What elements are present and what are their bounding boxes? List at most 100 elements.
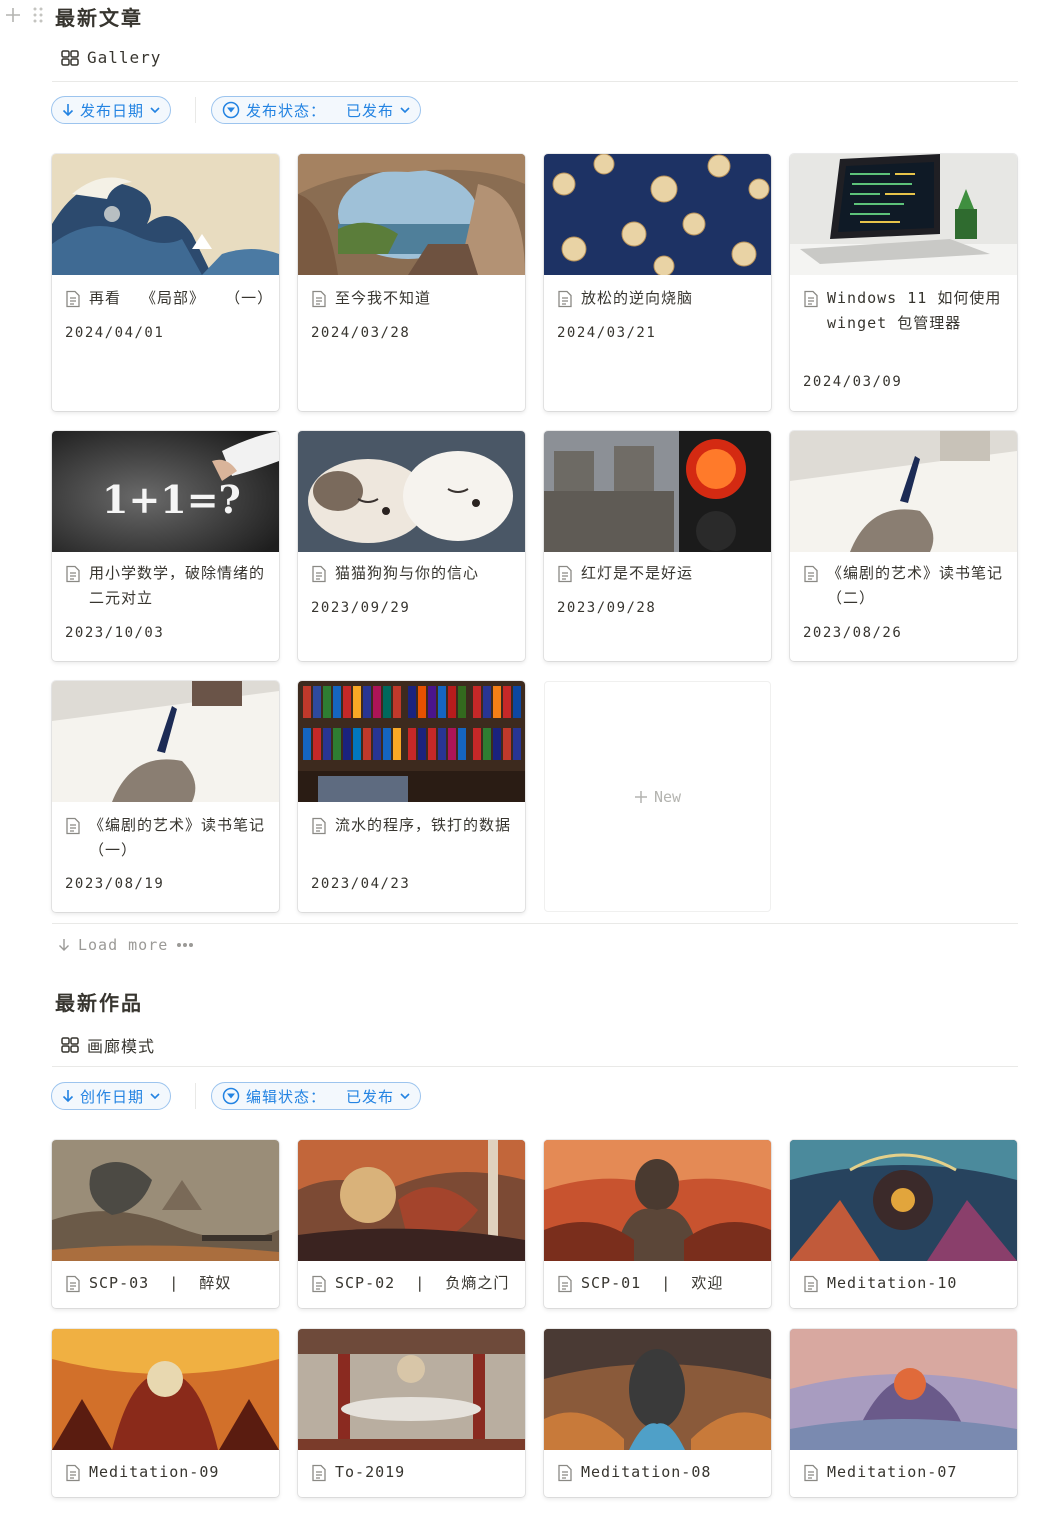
- page-icon: [558, 1464, 572, 1482]
- card-title: SCP-01 | 欢迎: [581, 1274, 724, 1292]
- card-date: 2023/08/26: [803, 625, 903, 641]
- gallery-card[interactable]: 《编剧的艺术》读书笔记 （一） 2023/08/19: [52, 681, 279, 912]
- page-icon: [66, 817, 80, 835]
- cover-image: [52, 1329, 279, 1450]
- chevron-down-icon: [400, 107, 410, 114]
- card-title: 《编剧的艺术》读书笔记 （一）: [89, 816, 266, 859]
- drag-handle-icon[interactable]: [32, 6, 44, 24]
- cover-image: [298, 681, 525, 802]
- cover-image: [52, 154, 279, 275]
- cover-image: [544, 1140, 771, 1261]
- gallery-card[interactable]: SCP-02 | 负熵之门: [298, 1140, 525, 1308]
- page-icon: [66, 565, 80, 583]
- gallery-card[interactable]: 流水的程序，铁打的数据 2023/04/23: [298, 681, 525, 912]
- arrow-down-icon: [62, 104, 74, 117]
- cover-image: [52, 681, 279, 802]
- gallery-card[interactable]: 猫猫狗狗与你的信心 2023/09/29: [298, 431, 525, 661]
- page-icon: [558, 1275, 572, 1293]
- card-title: Meditation-10: [827, 1274, 958, 1292]
- page-icon: [66, 290, 80, 308]
- filter-pill[interactable]: 发布状态： 已发布: [211, 96, 422, 124]
- card-date: 2024/03/09: [803, 374, 903, 390]
- gallery-card[interactable]: 放松的逆向烧脑 2024/03/21: [544, 154, 771, 411]
- new-label: New: [653, 787, 682, 806]
- card-title: Meditation-07: [827, 1463, 958, 1481]
- view-tab-label: Gallery: [87, 48, 162, 67]
- gallery-card[interactable]: Meditation-08: [544, 1329, 771, 1497]
- load-more-label: Load more: [78, 936, 169, 954]
- page-icon: [312, 817, 326, 835]
- view-tab-gallery[interactable]: Gallery: [61, 48, 161, 67]
- cover-image: [790, 431, 1017, 552]
- arrow-down-icon: [62, 1090, 74, 1103]
- gallery-card[interactable]: SCP-03 | 醉奴: [52, 1140, 279, 1308]
- card-date: 2024/03/28: [311, 325, 411, 341]
- card-title: 流水的程序，铁打的数据: [335, 816, 512, 834]
- section-title: 最新作品: [55, 991, 143, 1015]
- gallery-card[interactable]: Windows 11 如何使用 winget 包管理器 2024/03/09: [790, 154, 1017, 411]
- chalk-equation: 1+1=?: [102, 477, 241, 522]
- gallery-card[interactable]: 1+1=? 用小学数学，破除情绪的二元对立 2023/10/03: [52, 431, 279, 661]
- card-title: SCP-03 | 醉奴: [89, 1274, 232, 1292]
- filter-icon: [222, 101, 240, 119]
- gallery-card[interactable]: Meditation-09: [52, 1329, 279, 1497]
- view-divider: [52, 1066, 1018, 1067]
- page-icon: [558, 565, 572, 583]
- card-date: 2023/09/28: [557, 600, 657, 616]
- ellipsis-icon: [177, 943, 194, 947]
- gallery-card[interactable]: Meditation-10: [790, 1140, 1017, 1308]
- gallery-card[interactable]: 至今我不知道 2024/03/28: [298, 154, 525, 411]
- load-more-divider: [52, 923, 1018, 924]
- load-more-button[interactable]: Load more: [58, 936, 194, 954]
- view-divider: [52, 81, 1018, 82]
- new-card-button[interactable]: New: [544, 681, 771, 912]
- filter-pill[interactable]: 编辑状态： 已发布: [211, 1082, 422, 1110]
- sort-pill[interactable]: 创作日期: [51, 1082, 172, 1110]
- section-title: 最新文章: [55, 6, 143, 30]
- gallery-card[interactable]: 红灯是不是好运 2023/09/28: [544, 431, 771, 661]
- page-icon: [804, 565, 818, 583]
- gallery-card[interactable]: To-2019: [298, 1329, 525, 1497]
- card-title: To-2019: [335, 1463, 406, 1481]
- cover-image: [298, 1140, 525, 1261]
- card-date: 2024/03/21: [557, 325, 657, 341]
- card-title: SCP-02 | 负熵之门: [335, 1274, 510, 1292]
- page-icon: [66, 1464, 80, 1482]
- filter-separator: [195, 1083, 196, 1109]
- cover-image: [544, 1329, 771, 1450]
- cover-image: [298, 431, 525, 552]
- cover-image: [298, 1329, 525, 1450]
- arrow-down-icon: [59, 939, 69, 951]
- gallery-card[interactable]: 再看 《局部》 （一） 2024/04/01: [52, 154, 279, 411]
- filter-icon: [222, 1087, 240, 1105]
- card-title: 红灯是不是好运: [581, 564, 694, 582]
- page-icon: [312, 565, 326, 583]
- card-date: 2023/08/19: [65, 876, 165, 892]
- card-title: 《编剧的艺术》读书笔记 （二）: [827, 564, 1004, 607]
- gallery-grid-icon: [61, 1037, 79, 1053]
- page-icon: [312, 1464, 326, 1482]
- view-tab-gallery[interactable]: 画廊模式: [61, 1033, 155, 1057]
- cover-image: [544, 431, 771, 552]
- gallery-card[interactable]: SCP-01 | 欢迎: [544, 1140, 771, 1308]
- page-icon: [558, 290, 572, 308]
- filter-separator: [195, 97, 196, 123]
- sort-label: 发布日期: [80, 101, 145, 120]
- card-date: 2023/10/03: [65, 625, 165, 641]
- cover-image: [52, 1140, 279, 1261]
- sort-pill[interactable]: 发布日期: [51, 96, 172, 124]
- add-block-icon[interactable]: [4, 6, 22, 24]
- card-title: 放松的逆向烧脑: [581, 289, 694, 307]
- card-date: 2023/04/23: [311, 876, 411, 892]
- gallery-card[interactable]: Meditation-07: [790, 1329, 1017, 1497]
- card-date: 2024/04/01: [65, 325, 165, 341]
- chevron-down-icon: [150, 1093, 160, 1100]
- cover-image: [790, 1140, 1017, 1261]
- gallery-card[interactable]: 《编剧的艺术》读书笔记 （二） 2023/08/26: [790, 431, 1017, 661]
- card-title: Meditation-08: [581, 1463, 712, 1481]
- page-icon: [804, 1464, 818, 1482]
- cover-image: [790, 154, 1017, 275]
- filter-label: 编辑状态： 已发布: [246, 1087, 395, 1106]
- card-title: 猫猫狗狗与你的信心: [335, 564, 480, 582]
- card-title: Windows 11 如何使用 winget 包管理器: [827, 289, 1002, 332]
